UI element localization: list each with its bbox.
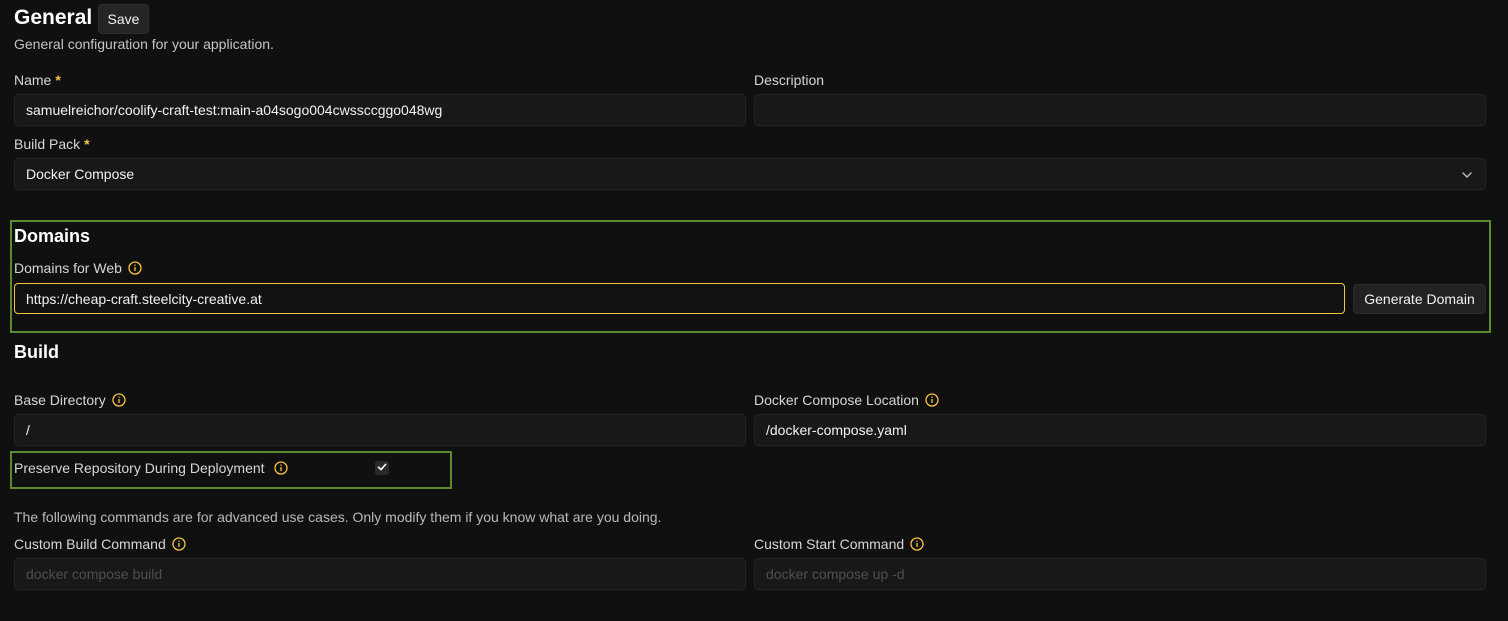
info-icon[interactable] [172, 537, 186, 551]
preserve-repository-checkbox[interactable] [375, 461, 389, 475]
info-icon[interactable] [925, 393, 939, 407]
build-heading: Build [14, 342, 59, 362]
domains-heading: Domains [14, 226, 91, 246]
base-directory-label: Base Directory [14, 391, 126, 409]
build-pack-label-text: Build Pack [14, 136, 81, 152]
build-pack-selected-value: Docker Compose [26, 166, 135, 182]
build-pack-label: Build Pack * [14, 135, 90, 153]
domains-for-web-label-text: Domains for Web [14, 260, 122, 276]
name-label: Name * [14, 71, 61, 89]
info-icon[interactable] [910, 537, 924, 551]
advanced-note: The following commands are for advanced … [14, 509, 662, 525]
build-pack-select[interactable]: Docker Compose [14, 158, 1486, 190]
description-input[interactable] [754, 94, 1486, 126]
domains-highlight-box [10, 220, 1491, 333]
save-button[interactable]: Save [98, 4, 149, 34]
domains-for-web-label: Domains for Web [14, 259, 142, 277]
info-icon[interactable] [273, 461, 288, 475]
base-directory-label-text: Base Directory [14, 392, 106, 408]
name-input[interactable]: samuelreichor/coolify-craft-test:main-a0… [14, 94, 746, 126]
required-mark: * [55, 72, 61, 88]
domains-for-web-input[interactable]: https://cheap-craft.steelcity-creative.a… [14, 283, 1345, 314]
custom-start-input[interactable]: docker compose up -d [754, 558, 1486, 590]
compose-location-label-text: Docker Compose Location [754, 392, 919, 408]
custom-start-label: Custom Start Command [754, 535, 924, 553]
name-label-text: Name [14, 72, 52, 88]
base-directory-input[interactable]: / [14, 414, 746, 446]
check-icon [377, 459, 387, 477]
description-label-text: Description [754, 72, 825, 88]
page-title: General [14, 6, 93, 29]
required-mark: * [84, 136, 90, 152]
preserve-repository-label: Preserve Repository During Deployment [14, 459, 288, 477]
compose-location-label: Docker Compose Location [754, 391, 939, 409]
chevron-down-icon [1461, 168, 1473, 184]
custom-start-label-text: Custom Start Command [754, 536, 905, 552]
info-icon[interactable] [112, 393, 126, 407]
custom-build-label: Custom Build Command [14, 535, 186, 553]
custom-build-input[interactable]: docker compose build [14, 558, 746, 590]
info-icon[interactable] [128, 261, 142, 275]
description-label: Description [754, 71, 824, 89]
compose-location-input[interactable]: /docker-compose.yaml [754, 414, 1486, 446]
preserve-repository-label-text: Preserve Repository During Deployment [14, 460, 265, 476]
page-subtitle: General configuration for your applicati… [14, 36, 274, 52]
generate-domain-button[interactable]: Generate Domain [1353, 284, 1486, 314]
custom-build-label-text: Custom Build Command [14, 536, 166, 552]
